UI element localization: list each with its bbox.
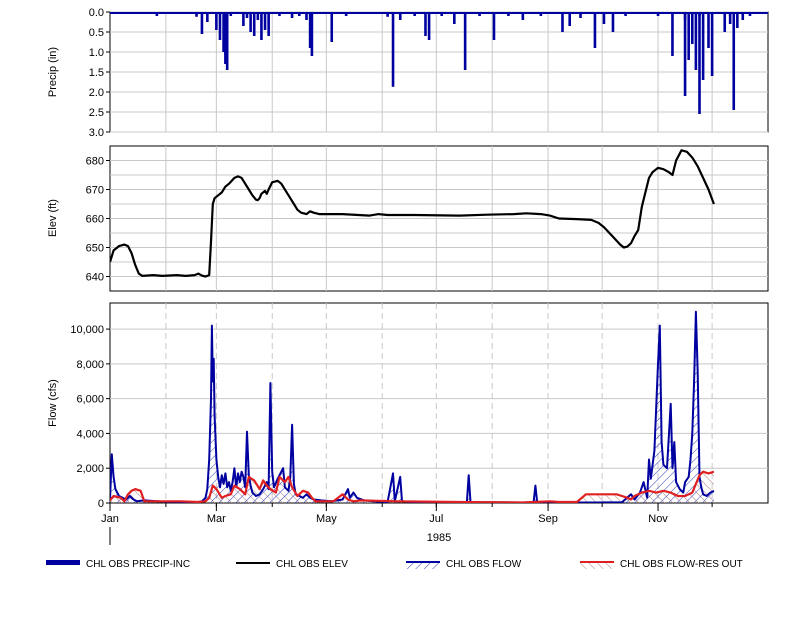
- y-tick-label: 8,000: [76, 359, 104, 371]
- legend-item: CHL OBS PRECIP-INC: [46, 559, 190, 570]
- y-tick-label: 4,000: [76, 428, 104, 440]
- precip-bar: [215, 12, 218, 30]
- precip-bar: [218, 12, 222, 40]
- elev-axis-label: Elev (ft): [47, 199, 59, 237]
- y-tick-label: 6,000: [76, 394, 104, 406]
- precip-bar: [200, 12, 204, 34]
- x-tick-label: Jul: [429, 513, 443, 525]
- y-tick-label: 680: [86, 156, 104, 168]
- chart-figure: 0.0 0.5 1.0 1.5 2.0 2.5 3.0 Precip (in) 640 650…: [46, 7, 769, 570]
- precip-bar: [732, 12, 736, 110]
- precip-bar: [698, 12, 701, 114]
- y-tick-label: 670: [86, 185, 104, 197]
- y-tick-label: 2.0: [89, 87, 104, 99]
- precip-bar: [561, 12, 564, 32]
- precip-bar: [267, 12, 270, 36]
- precip-bar: [694, 12, 698, 70]
- y-tick-label: 660: [86, 214, 104, 226]
- legend-swatch-hatch: [406, 562, 440, 569]
- legend-label: CHL OBS FLOW: [446, 559, 522, 570]
- x-tick-label: Sep: [538, 513, 558, 525]
- y-tick-label: 650: [86, 243, 104, 255]
- precip-bar: [683, 12, 687, 96]
- precip-bar: [707, 12, 710, 48]
- precip-bar: [690, 12, 694, 44]
- precip-bar: [330, 12, 334, 42]
- y-tick-label: 2.5: [89, 107, 104, 119]
- legend-label: CHL OBS ELEV: [276, 559, 348, 570]
- flow-axis-label: Flow (cfs): [47, 379, 59, 427]
- x-tick-label: May: [316, 513, 337, 525]
- precip-bar: [427, 12, 431, 40]
- elev-panel: 640 650 660 670 680 Elev (ft): [47, 145, 769, 292]
- precip-bar: [310, 12, 314, 56]
- precip-bar: [242, 12, 245, 26]
- legend-item: CHL OBS ELEV: [236, 559, 348, 570]
- precip-bar: [260, 12, 263, 40]
- chart-legend: CHL OBS PRECIP-INC CHL OBS ELEV CHL OBS FL…: [46, 559, 743, 570]
- x-axis-year-label: 1985: [427, 532, 451, 544]
- precip-bar: [671, 12, 674, 56]
- legend-label: CHL OBS FLOW-RES OUT: [620, 559, 743, 570]
- precip-bar: [492, 12, 496, 40]
- precip-bar: [249, 12, 252, 32]
- precip-bar: [593, 12, 597, 48]
- y-tick-label: 0.5: [89, 27, 104, 39]
- precip-bar: [723, 12, 727, 32]
- precip-bar: [463, 12, 467, 70]
- legend-item: CHL OBS FLOW-RES OUT: [580, 559, 743, 570]
- precip-bar: [701, 12, 705, 80]
- legend-label: CHL OBS PRECIP-INC: [86, 559, 190, 570]
- y-tick-label: 0: [98, 498, 104, 510]
- y-tick-label: 0.0: [89, 7, 104, 19]
- precip-bar: [687, 12, 690, 60]
- precip-bar: [424, 12, 427, 36]
- legend-swatch-hatch: [580, 562, 614, 569]
- precip-panel: 0.0 0.5 1.0 1.5 2.0 2.5 3.0 Precip (in): [47, 7, 769, 139]
- x-tick-label: Nov: [648, 513, 668, 525]
- precip-bar: [611, 12, 615, 32]
- y-tick-label: 3.0: [89, 127, 104, 139]
- y-tick-label: 1.0: [89, 47, 104, 59]
- precip-bar: [391, 12, 395, 87]
- precip-axis-label: Precip (in): [47, 47, 59, 97]
- flow-panel: 0 2,000 4,000 6,000 8,000 10,000 Jan Mar May Jul…: [47, 302, 769, 545]
- precip-bar: [568, 12, 571, 26]
- y-tick-label: 1.5: [89, 67, 104, 79]
- precip-bar: [736, 12, 739, 28]
- y-tick-label: 640: [86, 272, 104, 284]
- x-tick-label: Jan: [101, 513, 119, 525]
- precip-bar: [263, 12, 267, 30]
- chart-window: 0.0 0.5 1.0 1.5 2.0 2.5 3.0 Precip (in) 640 650…: [0, 0, 800, 627]
- precip-bar: [225, 12, 229, 70]
- legend-item: CHL OBS FLOW: [406, 559, 522, 570]
- y-tick-label: 10,000: [70, 324, 104, 336]
- x-tick-label: Mar: [207, 513, 226, 525]
- legend-swatch: [46, 560, 80, 565]
- y-tick-label: 2,000: [76, 463, 104, 475]
- precip-bar: [710, 12, 714, 76]
- precip-bar: [252, 12, 256, 36]
